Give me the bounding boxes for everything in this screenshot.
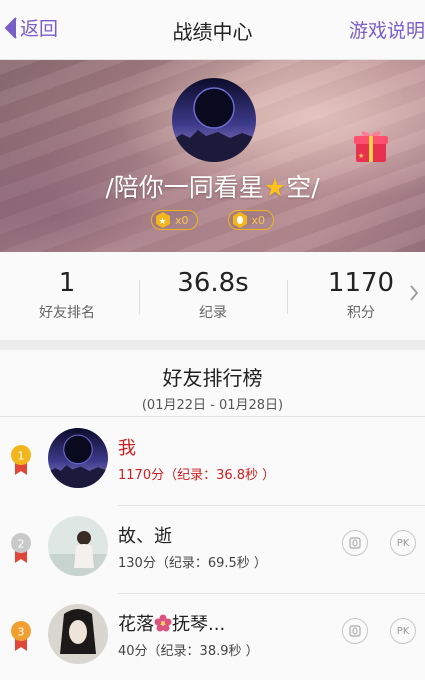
player-name-suffix: 抚琴... [172,614,226,635]
star-coin-icon: ★ [155,212,170,228]
profile-banner: ★ /陪你一同看星★空/ ★ x0 x0 [0,60,425,252]
flower-icon [154,614,172,632]
rank-number: 1 [18,450,25,463]
stat-value: 1170 [327,268,395,298]
svg-text:★: ★ [158,217,166,227]
player-name: 花落 抚琴... [118,610,225,636]
send-gift-button[interactable] [342,618,368,644]
egg-icon [349,537,361,549]
player-score: 1170分（纪录：36.8秒 ） [118,468,276,483]
avatar[interactable] [172,78,256,162]
leaderboard-date-range: (01月22日 - 01月28日) [141,398,284,413]
egg-icon [349,625,361,637]
silver-medal-icon: 2 [11,533,31,563]
stat-label: 积分 [347,305,375,321]
send-gift-button[interactable] [342,530,368,556]
leaderboard-row[interactable]: 2 故、逝 130分（纪录：69.5秒 ） PK [0,506,425,594]
star-coin-badge: ★ x0 [150,210,198,230]
pk-button[interactable]: PK [390,618,416,644]
player-name: 故、逝 [118,526,172,547]
top-bar: 返回 战绩中心 游戏说明 [0,0,425,60]
player-score: 130分（纪录：69.5秒 ） [118,556,267,571]
rank-number: 2 [18,538,25,551]
player-score: 40分（纪录：38.9秒 ） [118,644,259,659]
rank-number: 3 [18,626,25,639]
nickname-suffix: 空/ [286,173,320,202]
player-name-prefix: 花落 [118,614,154,635]
stat-points: 1170 积分 [296,268,425,322]
stat-label: 好友排名 [39,305,95,321]
gold-medal-icon: 1 [11,445,31,475]
stat-record: 36.8s 纪录 [148,268,278,322]
badge-row: ★ x0 x0 [0,210,425,230]
avatar[interactable] [48,428,108,488]
avatar[interactable] [48,516,108,576]
stat-friend-rank: 1 好友排名 [2,268,132,322]
gift-box-icon[interactable]: ★ [352,126,390,164]
chevron-right-icon[interactable] [409,284,419,302]
svg-text:★: ★ [358,152,364,160]
stat-value: 36.8s [177,268,249,298]
game-help-button[interactable]: 游戏说明 [349,16,425,43]
star-coin-count: x0 [174,213,189,227]
pk-button[interactable]: PK [390,530,416,556]
leaderboard-row[interactable]: 3 花落 抚琴... 40分（纪录：38.9秒 ） PK [0,594,425,680]
leaderboard-title: 好友排行榜 [162,366,263,390]
stats-bar[interactable]: 1 好友排名 36.8s 纪录 1170 积分 [0,252,425,340]
star-icon: ★ [263,173,287,202]
divider [0,416,425,417]
egg-coin-icon [232,212,247,228]
player-name: 我 [118,438,136,459]
divider [139,280,140,314]
friend-leaderboard: 好友排行榜 (01月22日 - 01月28日) 1 我 1170分（纪录：36.… [0,350,425,680]
nickname-prefix: /陪你一同看星 [105,173,264,202]
leaderboard-row[interactable]: 1 我 1170分（纪录：36.8秒 ） [0,418,425,506]
bronze-medal-icon: 3 [11,621,31,651]
stat-label: 纪录 [199,305,227,321]
egg-coin-badge: x0 [227,210,275,230]
divider [287,280,288,314]
egg-coin-count: x0 [251,213,266,227]
nickname: /陪你一同看星★空/ [0,168,425,204]
avatar[interactable] [48,604,108,664]
stat-value: 1 [58,268,76,298]
